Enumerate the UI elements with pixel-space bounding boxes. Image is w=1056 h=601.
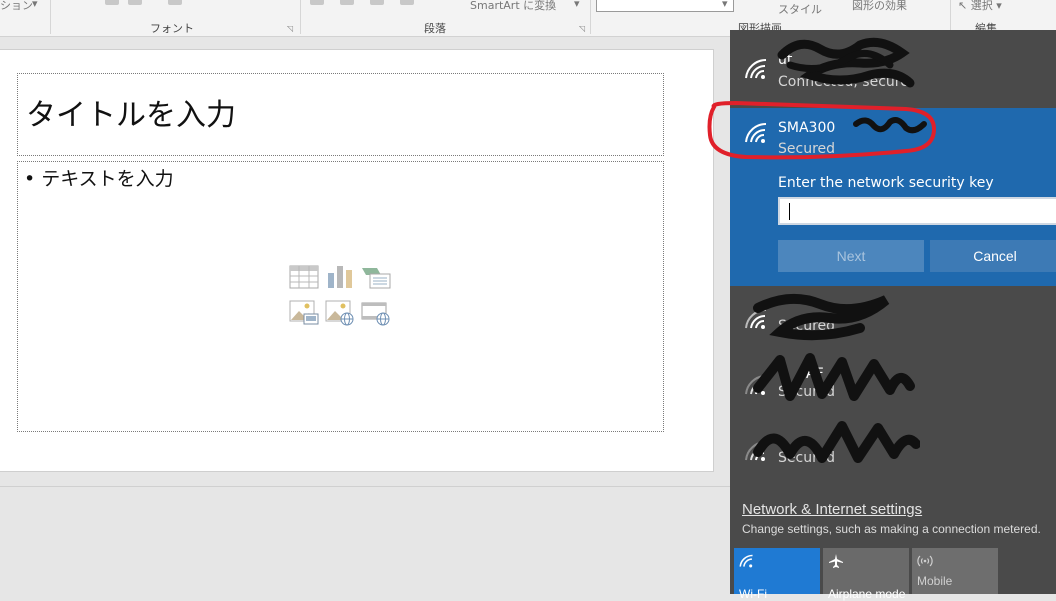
title-placeholder-text: タイトルを入力 bbox=[26, 98, 236, 133]
ribbon-separator bbox=[50, 0, 51, 34]
shape-effects-button[interactable]: 図形の効果 bbox=[852, 0, 907, 13]
font-control-icon[interactable] bbox=[105, 0, 119, 5]
chevron-down-icon[interactable]: ▾ bbox=[722, 0, 728, 10]
group-font-label: フォント bbox=[150, 22, 194, 35]
next-button[interactable]: Next bbox=[778, 240, 924, 272]
ribbon-separator bbox=[300, 0, 301, 34]
dialog-launcher-icon[interactable]: ◹ bbox=[287, 24, 293, 33]
content-placeholder[interactable]: • テキストを入力 bbox=[17, 161, 664, 432]
tile-label: Wi-Fi bbox=[739, 587, 767, 601]
mobile-hotspot-icon bbox=[917, 555, 933, 567]
smartart-icon[interactable] bbox=[361, 265, 391, 291]
red-annotation-circle bbox=[707, 100, 937, 160]
chevron-down-icon[interactable]: ▾ bbox=[32, 0, 38, 10]
wifi-signal-icon bbox=[745, 58, 767, 79]
tile-label: Mobile bbox=[917, 574, 953, 588]
security-key-label: Enter the network security key bbox=[778, 175, 994, 191]
slide-canvas[interactable]: タイトルを入力 • テキストを入力 bbox=[0, 49, 714, 472]
table-icon[interactable] bbox=[289, 265, 319, 291]
ribbon-clipped-label: ション bbox=[0, 0, 33, 12]
airplane-icon bbox=[829, 554, 843, 568]
cancel-button[interactable]: Cancel bbox=[930, 240, 1056, 272]
group-paragraph-label: 段落 bbox=[424, 22, 446, 35]
slide-pane: タイトルを入力 • テキストを入力 bbox=[0, 37, 730, 485]
picture-icon[interactable] bbox=[289, 300, 319, 326]
quick-style-button[interactable]: スタイル bbox=[778, 1, 822, 17]
chart-icon[interactable] bbox=[325, 263, 355, 289]
network-settings-description: Change settings, such as making a connec… bbox=[742, 522, 1041, 536]
mobile-hotspot-tile[interactable]: Mobile bbox=[912, 548, 998, 594]
paragraph-control-icon[interactable] bbox=[400, 0, 414, 5]
font-control-icon[interactable] bbox=[128, 0, 142, 5]
ribbon-separator bbox=[590, 0, 591, 34]
chevron-down-icon[interactable]: ▾ bbox=[574, 0, 580, 10]
online-picture-icon[interactable] bbox=[325, 300, 355, 326]
select-label: 選択 bbox=[970, 0, 993, 12]
redaction-scribble bbox=[753, 421, 920, 463]
notes-area[interactable] bbox=[0, 486, 730, 595]
paragraph-control-icon[interactable] bbox=[370, 0, 384, 5]
tile-label: Airplane mode bbox=[828, 587, 906, 601]
wifi-toggle-tile[interactable]: Wi-Fi bbox=[734, 548, 820, 601]
network-settings-link[interactable]: Network & Internet settings bbox=[742, 501, 922, 518]
dialog-launcher-icon[interactable]: ◹ bbox=[579, 24, 585, 33]
paragraph-control-icon[interactable] bbox=[310, 0, 324, 5]
shape-gallery[interactable] bbox=[596, 0, 734, 12]
smartart-convert-button[interactable]: SmartArt に変換 bbox=[470, 0, 556, 13]
ribbon-separator bbox=[950, 0, 951, 34]
content-placeholder-text: • テキストを入力 bbox=[24, 168, 174, 190]
text-caret bbox=[789, 203, 790, 220]
select-button[interactable]: ↖ 選択 ▾ bbox=[958, 0, 1002, 13]
redaction-scribble bbox=[777, 37, 915, 88]
content-placeholder-label: テキストを入力 bbox=[41, 168, 174, 190]
security-key-input[interactable] bbox=[778, 197, 1056, 225]
title-placeholder[interactable]: タイトルを入力 bbox=[17, 73, 664, 156]
airplane-mode-tile[interactable]: Airplane mode bbox=[823, 548, 909, 601]
wifi-icon bbox=[739, 554, 753, 568]
redaction-scribble bbox=[753, 293, 890, 341]
paragraph-control-icon[interactable] bbox=[340, 0, 354, 5]
redaction-scribble bbox=[753, 353, 915, 401]
video-icon[interactable] bbox=[361, 300, 391, 326]
font-control-icon[interactable] bbox=[168, 0, 182, 5]
